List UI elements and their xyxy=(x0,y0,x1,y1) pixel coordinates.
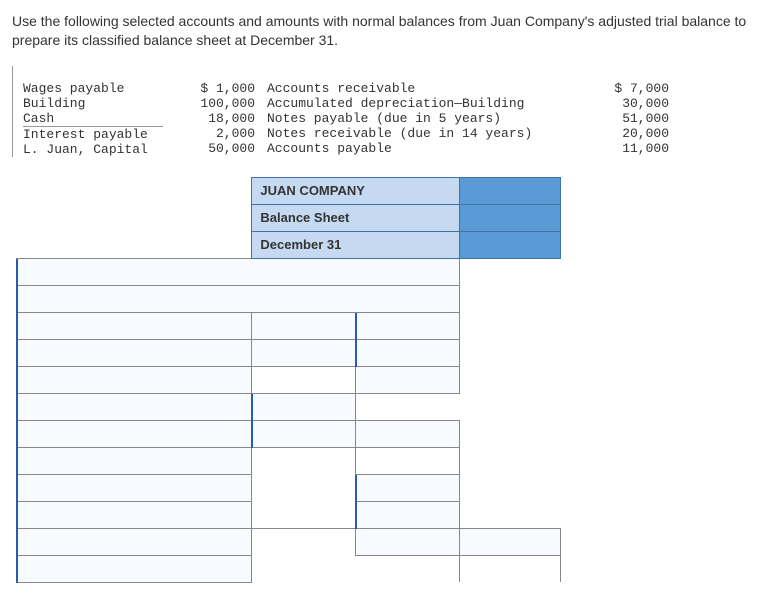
ws-row[interactable] xyxy=(17,339,252,366)
ws-row[interactable] xyxy=(17,258,460,285)
instructions-text: Use the following selected accounts and … xyxy=(12,12,766,50)
ws-row[interactable] xyxy=(17,447,252,474)
ws-row[interactable] xyxy=(17,501,252,528)
tb-right-amounts: $ 7,000 30,000 51,000 20,000 11,000 xyxy=(583,66,675,157)
balance-sheet-worksheet[interactable]: JUAN COMPANY Balance Sheet December 31 xyxy=(16,177,561,583)
ws-row[interactable] xyxy=(17,366,252,393)
tb-left-amounts: $ 1,000 100,000 18,000 2,000 50,000 xyxy=(169,66,261,157)
ws-date: December 31 xyxy=(252,231,459,258)
tb-left-labels: Wages payable Building Cash Interest pay… xyxy=(17,66,169,157)
ws-row[interactable] xyxy=(17,285,460,312)
ws-row[interactable] xyxy=(17,528,252,555)
ws-row[interactable] xyxy=(17,393,252,420)
ws-company: JUAN COMPANY xyxy=(252,177,459,204)
ws-row[interactable] xyxy=(17,474,252,501)
ws-row[interactable] xyxy=(17,420,252,447)
ws-row[interactable] xyxy=(17,312,252,339)
tb-right-labels: Accounts receivable Accumulated deprecia… xyxy=(261,66,583,157)
ws-title: Balance Sheet xyxy=(252,204,459,231)
ws-row[interactable] xyxy=(17,555,252,582)
trial-balance-table: Wages payable Building Cash Interest pay… xyxy=(12,66,766,157)
